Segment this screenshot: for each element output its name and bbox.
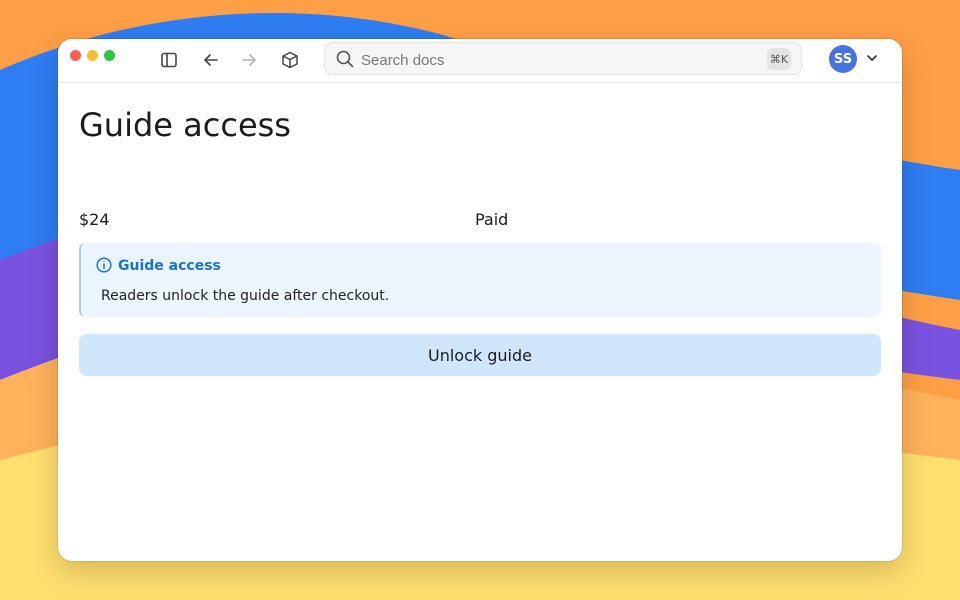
desktop: ⌘K SS Guide access $24 Paid xyxy=(0,0,960,600)
search-input[interactable] xyxy=(359,47,763,73)
title-bar: ⌘K SS xyxy=(58,39,902,83)
payment-status: Paid xyxy=(475,210,509,229)
callout-body: Readers unlock the guide after checkout. xyxy=(101,288,390,304)
app-window: ⌘K SS Guide access $24 Paid xyxy=(58,39,902,561)
sidebar-toggle-icon[interactable] xyxy=(157,48,181,72)
search-icon xyxy=(336,50,354,73)
info-callout: Guide access Readers unlock the guide af… xyxy=(79,243,881,317)
package-box-icon[interactable] xyxy=(278,48,302,72)
search-shortcut-badge: ⌘K xyxy=(767,48,791,70)
page-title: Guide access xyxy=(79,106,291,144)
forward-arrow-icon[interactable] xyxy=(237,48,261,72)
back-arrow-icon[interactable] xyxy=(199,48,223,72)
close-window-button[interactable] xyxy=(70,50,81,61)
info-icon xyxy=(96,257,112,278)
minimize-window-button[interactable] xyxy=(87,50,98,61)
chevron-down-icon[interactable] xyxy=(865,51,879,70)
maximize-window-button[interactable] xyxy=(104,50,115,61)
user-avatar[interactable]: SS xyxy=(829,45,857,73)
unlock-guide-button[interactable]: Unlock guide xyxy=(79,334,881,376)
price-value: $24 xyxy=(79,210,110,229)
callout-title: Guide access xyxy=(118,258,221,274)
search-bar[interactable]: ⌘K xyxy=(324,42,802,75)
